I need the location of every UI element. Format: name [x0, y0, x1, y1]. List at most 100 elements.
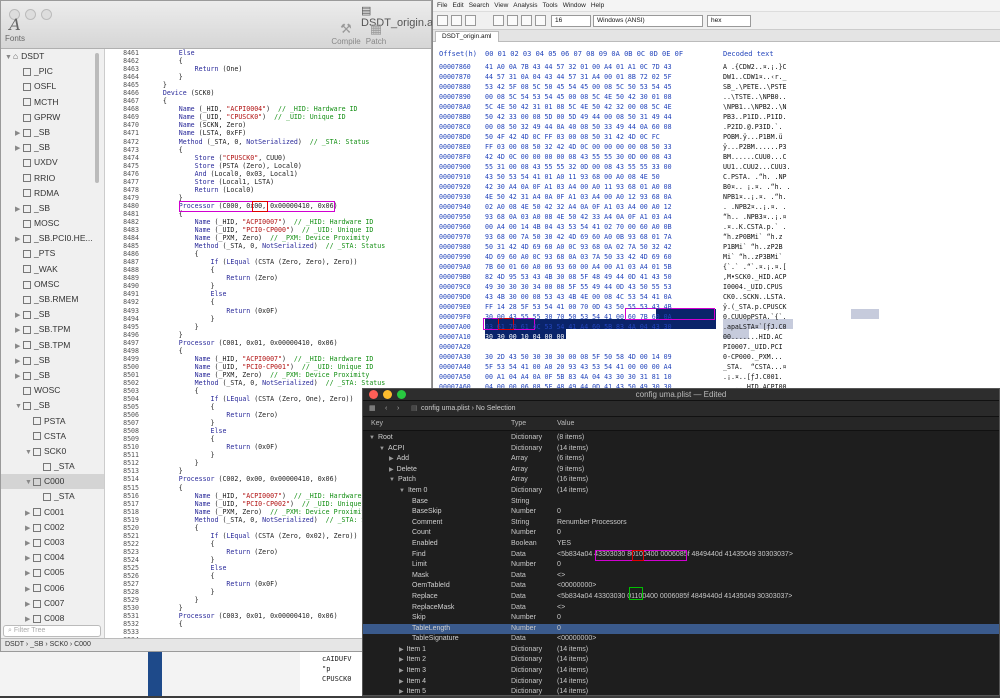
tree-item[interactable]: ▼⌂ DSDT: [1, 49, 104, 64]
hex-row[interactable]: 00007A20 50 49 30 30 30 37 00 08 5F 55 49…: [433, 342, 1000, 352]
hex-row[interactable]: 000078E0 FF 03 00 08 50 32 42 4D 0C 00 00…: [433, 142, 1000, 152]
tree-item[interactable]: ▼ SCK0: [1, 444, 104, 459]
disclosure-triangle-icon[interactable]: ▶: [15, 323, 23, 338]
disclosure-triangle-icon[interactable]: ▼: [369, 435, 375, 441]
tree-item[interactable]: PSTA: [1, 414, 104, 429]
value-column-header[interactable]: Value: [557, 417, 574, 431]
disclosure-triangle-icon[interactable]: ▶: [15, 308, 23, 323]
fonts-button[interactable]: A Fonts: [5, 15, 25, 43]
plist-row[interactable]: BaseSkip Number 0: [363, 507, 999, 518]
plist-type[interactable]: Dictionary: [511, 486, 542, 497]
plist-type[interactable]: Dictionary: [511, 666, 542, 677]
menu-item[interactable]: Analysis: [513, 2, 537, 9]
hex-row[interactable]: 00007910 43 50 53 54 41 01 A0 11 93 68 00…: [433, 172, 1000, 182]
disclosure-triangle-icon[interactable]: ▼: [379, 446, 385, 452]
tree-item[interactable]: RRIO: [1, 171, 104, 186]
plist-type[interactable]: String: [511, 518, 529, 529]
tree-item[interactable]: ▶ _SB: [1, 125, 104, 140]
disclosure-triangle-icon[interactable]: ▶: [399, 689, 404, 695]
plist-value[interactable]: 0: [557, 560, 561, 571]
disclosure-triangle-icon[interactable]: ▼: [25, 445, 33, 460]
disclosure-triangle-icon[interactable]: ▶: [389, 467, 394, 473]
tree-item[interactable]: _STA: [1, 459, 104, 474]
tree-item[interactable]: _WAK: [1, 262, 104, 277]
disclosure-triangle-icon[interactable]: ▼: [399, 488, 405, 494]
plist-value[interactable]: YES: [557, 539, 571, 550]
hex-row[interactable]: 000079B0 82 4D 95 53 43 4B 30 08 5F 48 49…: [433, 272, 1000, 282]
disclosure-triangle-icon[interactable]: ▶: [15, 202, 23, 217]
copy-icon[interactable]: [535, 15, 546, 26]
disclosure-triangle-icon[interactable]: ▶: [389, 456, 394, 462]
plist-type[interactable]: Array: [511, 475, 528, 486]
tree-item[interactable]: _PIC: [1, 64, 104, 79]
disclosure-triangle-icon[interactable]: ▶: [25, 551, 33, 566]
hex-row[interactable]: 000078A0 5C 4E 50 42 31 01 08 5C 4E 50 42…: [433, 102, 1000, 112]
hex-row[interactable]: 00007970 93 68 00 7A 50 30 42 4D 69 60 A0…: [433, 232, 1000, 242]
grid-icon[interactable]: ▦: [369, 401, 376, 417]
tree-item[interactable]: MCTH: [1, 95, 104, 110]
disclosure-triangle-icon[interactable]: ▼: [15, 399, 23, 414]
tab-dsdt-origin[interactable]: DSDT_origin.aml: [435, 31, 499, 42]
hex-row[interactable]: 000078B0 50 42 33 00 08 5D 00 5D 49 44 00…: [433, 112, 1000, 122]
plist-row[interactable]: ▼ Root Dictionary (8 items): [363, 433, 999, 444]
hex-row[interactable]: 000078D0 50 4F 42 4D 0C FF 03 00 08 50 31…: [433, 132, 1000, 142]
tree-item[interactable]: ▶ C008: [1, 611, 104, 626]
tree-item[interactable]: ▶ _SB: [1, 140, 104, 155]
save-icon[interactable]: [465, 15, 476, 26]
plist-value[interactable]: 0: [557, 507, 561, 518]
plist-row[interactable]: TableLength Number 0: [363, 623, 999, 635]
plist-row[interactable]: ▶ Item 3 Dictionary (14 items): [363, 666, 999, 677]
hex-row[interactable]: 00007A00 03 61 70 61 4C 53 54 41 A4 60 5B…: [433, 322, 1000, 332]
disclosure-triangle-icon[interactable]: ▶: [399, 657, 404, 663]
hex-row[interactable]: 000079A0 7B 60 01 60 A0 06 93 60 00 A4 00…: [433, 262, 1000, 272]
disclosure-triangle-icon[interactable]: ▶: [25, 597, 33, 612]
plist-row[interactable]: ▼ Item 0 Dictionary (14 items): [363, 486, 999, 497]
hex-row[interactable]: 000079E0 FF 14 28 5F 53 54 41 00 70 0D 43…: [433, 302, 1000, 312]
plist-row[interactable]: ▶ Delete Array (9 items): [363, 465, 999, 476]
hex-data-grid[interactable]: 00007860 41 A0 0A 7B 43 44 57 32 01 00 A4…: [433, 60, 1000, 388]
compile-button[interactable]: ⚒ Compile: [331, 21, 361, 46]
tree-item[interactable]: ▼ _SB: [1, 398, 104, 413]
tree-item[interactable]: CSTA: [1, 429, 104, 444]
plist-row[interactable]: ▼ ACPI Dictionary (14 items): [363, 444, 999, 455]
plist-type[interactable]: Number: [511, 613, 536, 624]
tree-item[interactable]: MOSC: [1, 216, 104, 231]
tree-item[interactable]: ▶ C002: [1, 520, 104, 535]
plist-type[interactable]: Boolean: [511, 539, 537, 550]
tree-item[interactable]: GPRW: [1, 110, 104, 125]
disclosure-triangle-icon[interactable]: ▶: [399, 679, 404, 685]
plist-row[interactable]: Base String: [363, 497, 999, 508]
plist-value[interactable]: (14 items): [557, 666, 588, 677]
tree-item[interactable]: ▶ C007: [1, 596, 104, 611]
plist-type[interactable]: Number: [511, 507, 536, 518]
disclosure-triangle-icon[interactable]: ▶: [15, 232, 23, 247]
disclosure-triangle-icon[interactable]: ▶: [25, 506, 33, 521]
bytes-per-row-select[interactable]: 16: [551, 15, 591, 27]
plist-type[interactable]: Number: [511, 560, 536, 571]
disclosure-triangle-icon[interactable]: ▶: [25, 536, 33, 551]
plist-type[interactable]: Data: [511, 592, 526, 603]
plist-row[interactable]: Limit Number 0: [363, 560, 999, 571]
plist-row[interactable]: ▼ Patch Array (16 items): [363, 475, 999, 486]
disclosure-triangle-icon[interactable]: ▶: [15, 354, 23, 369]
plist-type[interactable]: Data: [511, 550, 526, 561]
plist-row[interactable]: OemTableId Data <00000000>: [363, 581, 999, 592]
hex-row[interactable]: 000078F0 42 4D 0C 00 00 00 00 08 43 55 55…: [433, 152, 1000, 162]
hex-row[interactable]: 00007950 93 68 0A 03 A0 08 4E 50 42 33 A4…: [433, 212, 1000, 222]
plist-value[interactable]: (16 items): [557, 475, 588, 486]
plist-row[interactable]: ▶ Item 2 Dictionary (14 items): [363, 655, 999, 666]
menu-item[interactable]: File: [437, 2, 447, 9]
tree-item[interactable]: OMSC: [1, 277, 104, 292]
hex-row[interactable]: 00007940 02 A0 08 4E 50 42 32 A4 0A 0F A1…: [433, 202, 1000, 212]
menu-item[interactable]: Help: [591, 2, 604, 9]
tree-item[interactable]: ▶ C005: [1, 565, 104, 580]
hex-row[interactable]: 00007890 00 08 5C 54 53 54 45 00 08 5C 4E…: [433, 92, 1000, 102]
tree-item[interactable]: RDMA: [1, 186, 104, 201]
tree-item[interactable]: ▶ _SB: [1, 307, 104, 322]
patch-button[interactable]: ▦ Patch: [361, 21, 391, 46]
plist-value[interactable]: (14 items): [557, 645, 588, 656]
tree-item[interactable]: ▶ _SB.TPM: [1, 322, 104, 337]
tree-item[interactable]: ▶ C001: [1, 505, 104, 520]
filter-tree-input[interactable]: ⌕ Filter Tree: [3, 625, 101, 637]
zoom-button[interactable]: [41, 9, 52, 20]
